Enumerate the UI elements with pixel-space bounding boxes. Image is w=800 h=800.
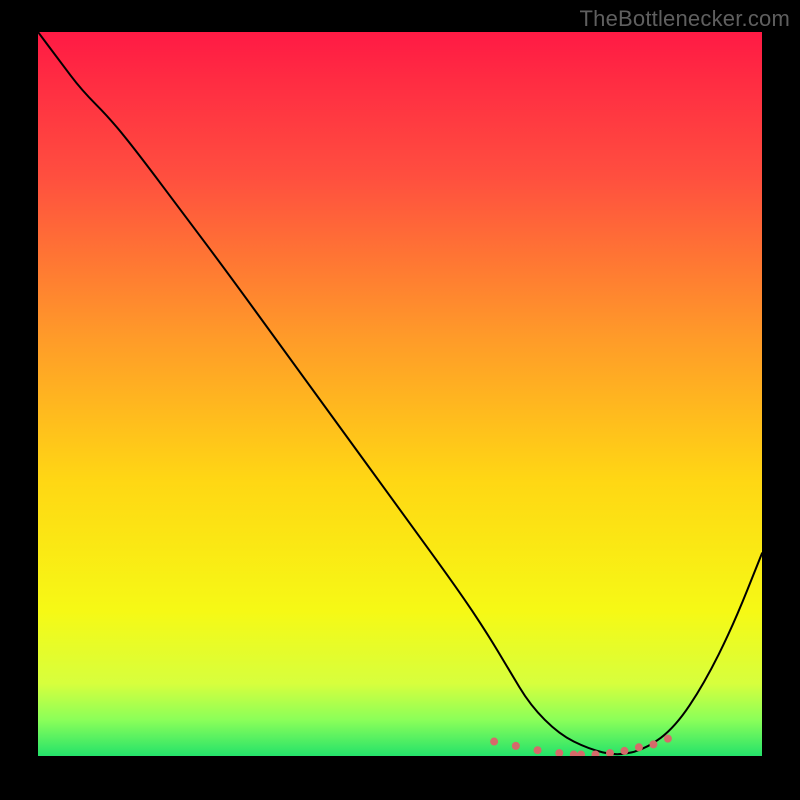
valley_marker-dot xyxy=(555,749,563,757)
valley_marker-dot xyxy=(664,735,672,743)
valley_marker-dot xyxy=(512,742,520,750)
bottleneck-chart xyxy=(0,0,800,800)
chart-frame: TheBottlenecker.com xyxy=(0,0,800,800)
watermark-text: TheBottlenecker.com xyxy=(580,6,790,32)
chart-plot-area xyxy=(38,32,762,756)
valley_marker-dot xyxy=(534,746,542,754)
valley_marker-dot xyxy=(606,749,614,757)
valley_marker-dot xyxy=(635,743,643,751)
valley_marker-dot xyxy=(649,740,657,748)
valley_marker-dot xyxy=(620,747,628,755)
valley_marker-dot xyxy=(490,738,498,746)
